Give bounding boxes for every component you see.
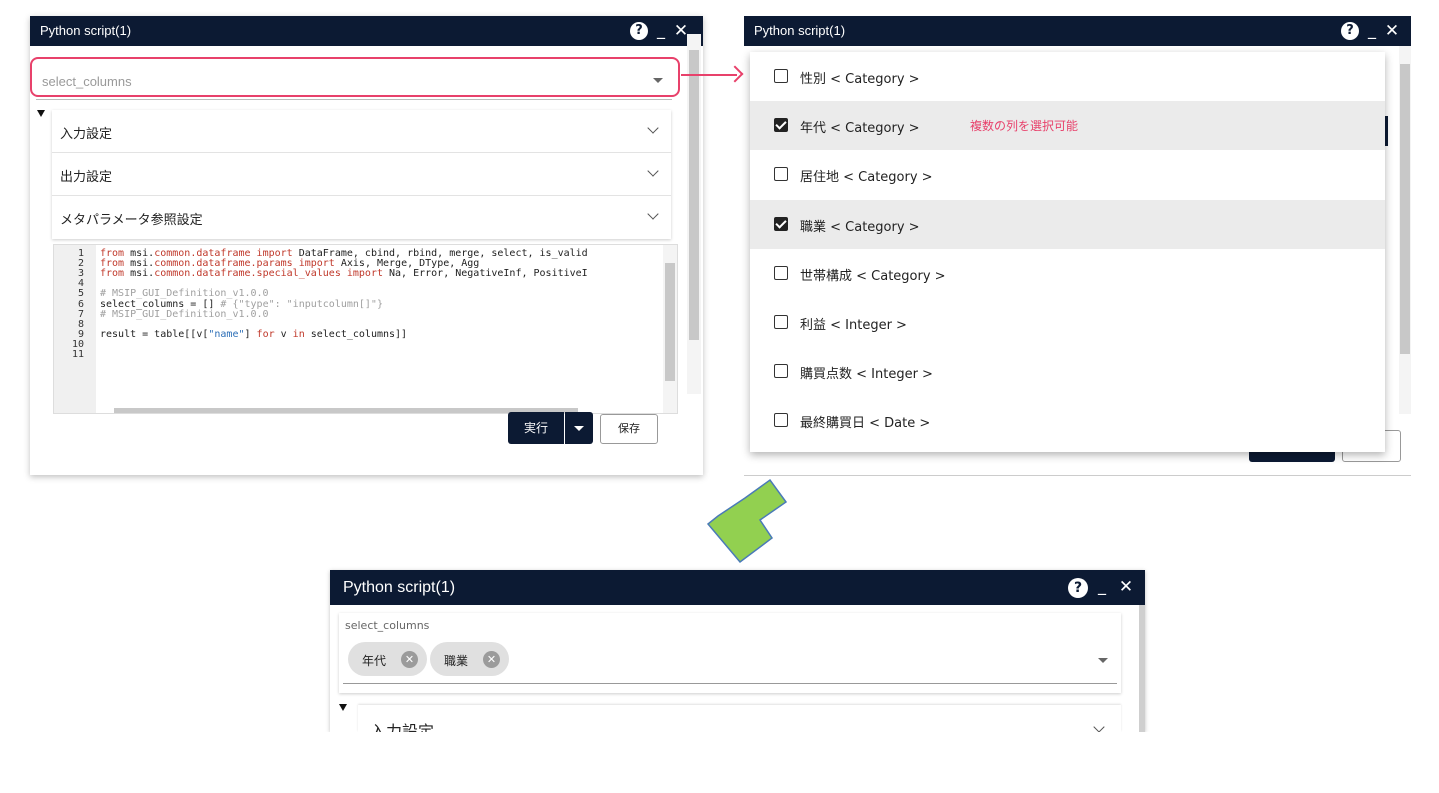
select-columns-label: select_columns — [345, 619, 430, 632]
blank-area — [0, 732, 1439, 793]
collapse-triangle-icon[interactable] — [339, 704, 347, 711]
dialog-title: Python script(1) — [40, 23, 132, 38]
chip-occupation[interactable]: 職業 ✕ — [430, 642, 509, 676]
code-token: ] — [244, 328, 257, 340]
accordion-label: 出力設定 — [60, 170, 113, 185]
chip-remove-icon[interactable]: ✕ — [483, 651, 500, 668]
dialog-titlebar: Python script(1) ? _ ✕ — [30, 16, 703, 46]
column-option[interactable]: 最終購買日 < Date > — [750, 396, 1385, 445]
dialog-titlebar: Python script(1) ? _ ✕ — [744, 16, 1411, 46]
column-option[interactable]: 購買点数 < Integer > — [750, 347, 1385, 396]
code-token: from — [100, 268, 131, 280]
column-options-dropdown: 性別 < Category > 年代 < Category > 居住地 < Cate… — [750, 52, 1385, 452]
dialog-title: Python script(1) — [343, 579, 456, 596]
chevron-down-icon — [647, 165, 659, 177]
code-token: "name" — [208, 328, 245, 340]
code-text: # MSIP_GUI_Definition_v1.0.0 — [100, 308, 269, 320]
column-option[interactable]: 性別 < Category > — [750, 52, 1385, 101]
chevron-down-icon — [647, 122, 659, 134]
code-token: # MSIP_GUI_Definition_v1.0.0 — [100, 308, 269, 320]
dialog-title: Python script(1) — [754, 23, 846, 38]
checkbox-icon[interactable] — [774, 69, 788, 83]
connector-arrow-head-icon — [726, 65, 744, 83]
collapse-triangle-icon[interactable] — [37, 110, 45, 117]
accordion-group: 入力設定 出力設定 メタパラメータ参照設定 — [52, 110, 671, 239]
code-token: v — [274, 328, 293, 340]
code-token: for — [256, 328, 275, 340]
chevron-down-icon — [647, 208, 659, 220]
accordion-label: 入力設定 — [370, 722, 435, 732]
option-label: 居住地 < Category > — [800, 170, 933, 186]
close-icon[interactable]: ✕ — [1116, 578, 1136, 598]
code-editor[interactable]: 1 from msi.common.dataframe import DataFr… — [53, 244, 678, 414]
chevron-down-icon — [1093, 721, 1105, 732]
accordion-metaparam-settings[interactable]: メタパラメータ参照設定 — [52, 196, 671, 239]
code-token: Na, Error, NegativeInf, PositiveI — [389, 268, 588, 280]
accordion-input-settings[interactable]: 入力設定 — [358, 705, 1121, 732]
code-text: from msi.common.dataframe.special_values… — [100, 269, 588, 279]
green-down-arrow-icon — [706, 478, 788, 564]
field-underline — [343, 683, 1117, 684]
select-columns-field-filled[interactable]: select_columns 年代 ✕ 職業 ✕ — [339, 613, 1121, 693]
accordion-output-settings[interactable]: 出力設定 — [52, 153, 671, 196]
minimize-icon[interactable]: _ — [1092, 578, 1112, 598]
line-number: 6 — [77, 298, 84, 310]
checkbox-icon[interactable] — [774, 315, 788, 329]
checkbox-icon[interactable] — [774, 118, 788, 133]
accordion-label: 入力設定 — [60, 127, 113, 142]
code-token: select_columns]] — [304, 328, 408, 340]
highlight-frame — [30, 57, 680, 97]
run-button[interactable]: 実行 — [508, 412, 564, 444]
checkbox-icon[interactable] — [774, 265, 788, 280]
line-number: 11 — [71, 349, 84, 360]
minimize-icon[interactable]: _ — [1363, 22, 1381, 40]
column-option[interactable]: 居住地 < Category > — [750, 150, 1385, 199]
code-token: in — [292, 328, 305, 340]
save-button[interactable]: 保存 — [600, 414, 658, 444]
checkbox-icon[interactable] — [774, 364, 788, 379]
option-label: 最終購買日 < Date > — [800, 416, 931, 432]
option-label: 世帯構成 < Category > — [800, 268, 946, 284]
run-options-button[interactable] — [565, 412, 593, 444]
help-icon[interactable]: ? — [1068, 578, 1088, 598]
dialog-scrollbar-thumb[interactable] — [689, 50, 699, 340]
accordion-label: メタパラメータ参照設定 — [60, 213, 203, 228]
dialog-titlebar: Python script(1) ? _ ✕ — [330, 570, 1145, 605]
option-label: 年代 < Category > — [800, 121, 920, 137]
help-icon[interactable]: ? — [630, 22, 648, 40]
option-label: 利益 < Integer > — [800, 318, 907, 333]
help-icon[interactable]: ? — [1341, 22, 1359, 40]
checkbox-icon[interactable] — [774, 167, 788, 182]
option-label: 購買点数 < Integer > — [800, 367, 933, 383]
minimize-icon[interactable]: _ — [652, 22, 670, 40]
option-label: 性別 < Category > — [800, 72, 920, 87]
code-token: import — [340, 268, 390, 280]
column-option[interactable]: 職業 < Category > — [750, 199, 1385, 249]
dialog-scrollbar[interactable] — [1139, 605, 1145, 732]
code-token: result = table[[v[ — [100, 328, 209, 340]
code-token: common.dataframe.special_values — [154, 268, 341, 280]
chip-label: 職業 — [444, 654, 469, 668]
dropdown-caret-icon[interactable] — [1098, 658, 1108, 663]
column-option[interactable]: 利益 < Integer > — [750, 298, 1385, 347]
code-token: msi. — [130, 268, 155, 280]
column-option[interactable]: 世帯構成 < Category > — [750, 249, 1385, 298]
line-number: 5 — [77, 288, 84, 300]
dialog-scrollbar-thumb[interactable] — [1400, 64, 1410, 354]
dropdown-caret-icon — [574, 426, 584, 431]
close-icon[interactable]: ✕ — [1383, 22, 1401, 40]
chip-label: 年代 — [362, 654, 387, 668]
chip-age[interactable]: 年代 ✕ — [348, 642, 427, 676]
code-text: result = table[[v["name"] for v in selec… — [100, 328, 408, 340]
multi-select-note: 複数の列を選択可能 — [970, 119, 1079, 133]
editor-vertical-scrollbar-thumb[interactable] — [665, 263, 675, 381]
checkbox-icon[interactable] — [774, 413, 788, 428]
checkbox-icon[interactable] — [774, 216, 788, 231]
accordion-input-settings[interactable]: 入力設定 — [52, 110, 671, 153]
chip-remove-icon[interactable]: ✕ — [401, 651, 418, 668]
option-label: 職業 < Category > — [800, 219, 920, 235]
